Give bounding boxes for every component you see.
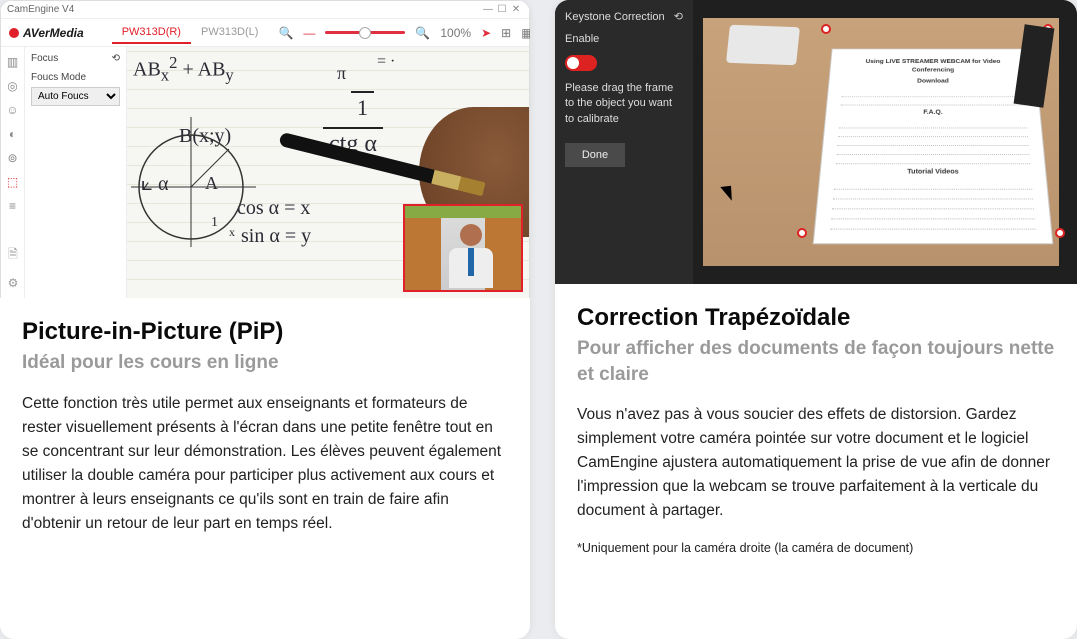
- focus-panel: Focus ⟲ Foucs Mode Auto Foucs: [25, 47, 127, 298]
- document-graphic: Using LIVE STREAMER WEBCAM for Video Con…: [813, 49, 1054, 245]
- camera-preview: ABx2 + ABy π = · 1 ctg α B(x;y) ⟀ α A co…: [127, 47, 529, 298]
- zoom-out-icon[interactable]: 🔍: [278, 26, 293, 40]
- keystone-window: Keystone Correction ⟲ Enable Please drag…: [555, 0, 1077, 284]
- pip-text-content: Picture-in-Picture (PiP) Idéal pour les …: [0, 298, 530, 556]
- device-tabs: PW313D(R) PW313D(L): [112, 22, 269, 44]
- layout-icon[interactable]: ▥: [6, 55, 20, 69]
- sliders-icon[interactable]: ≡: [6, 199, 20, 213]
- brand-dot-icon: [9, 28, 19, 38]
- minimize-icon[interactable]: —: [481, 4, 495, 15]
- zoom-slider[interactable]: [325, 31, 405, 34]
- keystone-handle-tl[interactable]: [821, 24, 831, 34]
- doc-icon[interactable]: 🗎: [8, 245, 18, 266]
- unit-circle-icon: [131, 107, 261, 247]
- bottom-rail: 🗎 ⚙: [1, 237, 25, 298]
- keystone-side-panel: Keystone Correction ⟲ Enable Please drag…: [555, 0, 693, 284]
- zoom-value: 100%: [440, 26, 471, 40]
- pointer-icon[interactable]: ➤: [481, 26, 491, 40]
- panel-title: Keystone Correction: [565, 11, 665, 23]
- calibrate-instruction: Please drag the frame to the object you …: [565, 81, 683, 127]
- brand-name: AVerMedia: [23, 26, 84, 40]
- tab-left-cam[interactable]: PW313D(L): [191, 22, 268, 44]
- keystone-text-content: Correction Trapézoïdale Pour afficher de…: [555, 284, 1077, 575]
- zoom-in-icon[interactable]: 🔍: [415, 26, 430, 40]
- window-title: CamEngine V4: [7, 4, 74, 15]
- keystone-subheading: Pour afficher des documents de façon tou…: [577, 336, 1055, 387]
- face-icon[interactable]: ☺: [6, 103, 20, 117]
- focus-mode-label: Foucs Mode: [31, 72, 120, 83]
- keystone-body: Vous n'avez pas à vous soucier des effet…: [577, 403, 1055, 523]
- presenter-graphic: [449, 224, 493, 288]
- pip-overlay[interactable]: [403, 204, 523, 292]
- tab-right-cam[interactable]: PW313D(R): [112, 22, 191, 44]
- keystone-feature-card: Keystone Correction ⟲ Enable Please drag…: [555, 0, 1077, 639]
- title-bar: CamEngine V4 — ☐ ✕: [1, 1, 529, 19]
- brand-logo: AVerMedia: [9, 26, 84, 40]
- focus-icon[interactable]: ◎: [6, 79, 20, 93]
- maximize-icon[interactable]: ☐: [495, 4, 509, 15]
- keystone-footnote: *Uniquement pour la caméra droite (la ca…: [577, 541, 1055, 555]
- keystone-handle-br[interactable]: [1055, 228, 1065, 238]
- pip-feature-card: CamEngine V4 — ☐ ✕ AVerMedia PW313D(R) P…: [0, 0, 530, 639]
- reset-icon[interactable]: ⟲: [112, 53, 120, 64]
- done-button[interactable]: Done: [565, 143, 625, 167]
- focus-label: Focus: [31, 53, 58, 64]
- cursor-icon: [720, 181, 738, 201]
- settings2-icon[interactable]: ⊚: [6, 151, 20, 165]
- gear-icon[interactable]: ⚙: [8, 276, 19, 290]
- keystone-icon[interactable]: ⬚: [6, 175, 20, 189]
- reset2-icon[interactable]: ⟲: [674, 10, 683, 23]
- keystone-handle-bl[interactable]: [797, 228, 807, 238]
- pip-body: Cette fonction très utile permet aux ens…: [22, 392, 508, 536]
- pip-heading: Picture-in-Picture (PiP): [22, 318, 508, 346]
- keystone-preview: Using LIVE STREAMER WEBCAM for Video Con…: [703, 18, 1059, 266]
- enable-toggle[interactable]: [565, 55, 597, 71]
- enable-label: Enable: [565, 33, 683, 45]
- camengine-window: CamEngine V4 — ☐ ✕ AVerMedia PW313D(R) P…: [0, 0, 530, 298]
- focus-mode-select[interactable]: Auto Foucs: [31, 87, 120, 106]
- lock-icon[interactable]: ⊞: [501, 26, 511, 40]
- grid-icon[interactable]: ▦: [521, 26, 530, 40]
- close-icon[interactable]: ✕: [509, 4, 523, 15]
- keystone-handle-tr[interactable]: [1043, 24, 1053, 34]
- toolbar: AVerMedia PW313D(R) PW313D(L) 🔍 — 🔍 100%…: [1, 19, 529, 47]
- pip-subheading: Idéal pour les cours en ligne: [22, 350, 508, 376]
- keystone-heading: Correction Trapézoïdale: [577, 304, 1055, 332]
- adjust-icon[interactable]: ◐: [6, 127, 20, 141]
